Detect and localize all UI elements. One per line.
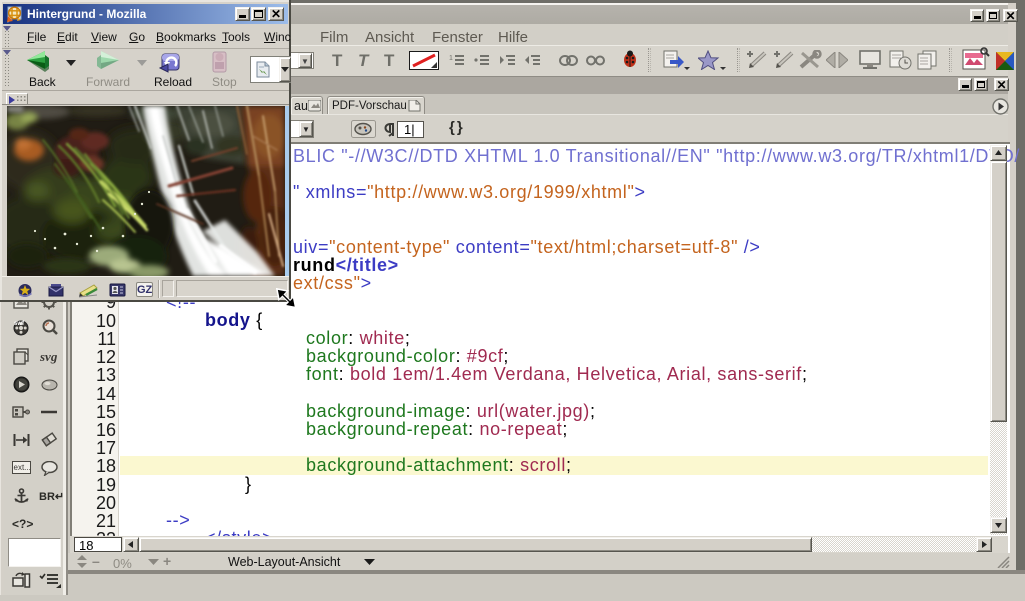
svg-text:ext...: ext... <box>14 463 31 472</box>
svg-text:1: 1 <box>449 55 453 62</box>
svg-text:swf: swf <box>14 321 25 327</box>
